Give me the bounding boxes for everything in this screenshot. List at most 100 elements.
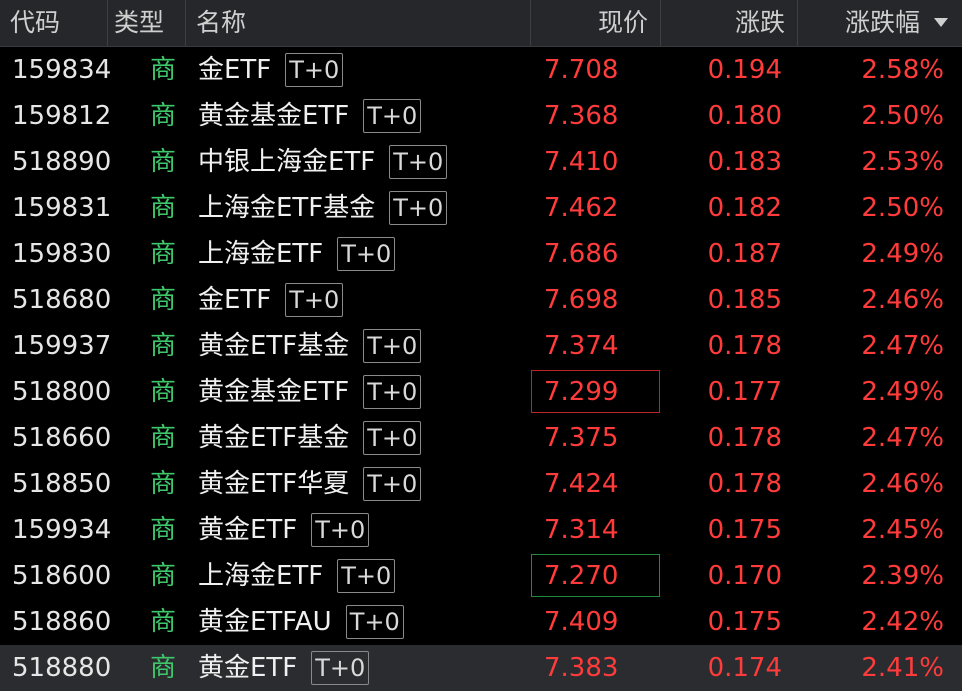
table-row[interactable]: 159834 商 金ETF T+0 7.708 0.194 2.58% bbox=[0, 47, 962, 93]
price-change-pct: 2.49% bbox=[861, 239, 944, 269]
price-change-pct: 2.39% bbox=[861, 561, 944, 591]
stock-code: 159834 bbox=[12, 55, 112, 85]
stock-name: 上海金ETF bbox=[198, 239, 324, 269]
price-change-pct: 2.50% bbox=[861, 193, 944, 223]
stock-code: 518890 bbox=[12, 147, 112, 177]
stock-code: 518880 bbox=[12, 653, 112, 683]
stock-name-cell: 上海金ETF T+0 bbox=[198, 553, 396, 599]
price-change-pct: 2.47% bbox=[861, 331, 944, 361]
current-price: 7.686 bbox=[544, 239, 619, 269]
price-change: 0.178 bbox=[707, 469, 782, 499]
stock-name: 黄金基金ETF bbox=[198, 377, 350, 407]
stock-name: 黄金ETF bbox=[198, 515, 298, 545]
price-change-pct: 2.46% bbox=[861, 285, 944, 315]
price-change: 0.182 bbox=[707, 193, 782, 223]
stock-name-cell: 中银上海金ETF T+0 bbox=[198, 139, 448, 185]
t0-badge: T+0 bbox=[337, 559, 396, 593]
stock-name-cell: 黄金基金ETF T+0 bbox=[198, 93, 422, 139]
current-price: 7.299 bbox=[544, 377, 619, 407]
price-change-pct: 2.42% bbox=[861, 607, 944, 637]
table-row[interactable]: 159830 商 上海金ETF T+0 7.686 0.187 2.49% bbox=[0, 231, 962, 277]
sort-desc-icon[interactable] bbox=[934, 18, 948, 27]
stock-code: 159831 bbox=[12, 193, 112, 223]
stock-name: 黄金ETFAU bbox=[198, 607, 332, 637]
current-price: 7.424 bbox=[544, 469, 619, 499]
type-tag: 商 bbox=[150, 607, 177, 637]
price-change: 0.178 bbox=[707, 423, 782, 453]
current-price: 7.462 bbox=[544, 193, 619, 223]
stock-code: 159812 bbox=[12, 101, 112, 131]
table-header: 代码 类型 名称 现价 涨跌 涨跌幅 bbox=[0, 0, 962, 47]
price-change: 0.175 bbox=[707, 515, 782, 545]
stock-name: 金ETF bbox=[198, 55, 272, 85]
stock-name: 上海金ETF bbox=[198, 561, 324, 591]
stock-name-cell: 上海金ETF T+0 bbox=[198, 231, 396, 277]
price-change-pct: 2.47% bbox=[861, 423, 944, 453]
stock-code: 518860 bbox=[12, 607, 112, 637]
stock-code: 159830 bbox=[12, 239, 112, 269]
current-price: 7.410 bbox=[544, 147, 619, 177]
column-header-code[interactable]: 代码 bbox=[0, 0, 108, 46]
column-header-type[interactable]: 类型 bbox=[108, 0, 186, 46]
current-price: 7.698 bbox=[544, 285, 619, 315]
t0-badge: T+0 bbox=[363, 421, 422, 455]
stock-name: 黄金ETF基金 bbox=[198, 423, 350, 453]
current-price: 7.409 bbox=[544, 607, 619, 637]
stock-name-cell: 黄金ETF基金 T+0 bbox=[198, 415, 422, 461]
stock-name-cell: 黄金基金ETF T+0 bbox=[198, 369, 422, 415]
table-row[interactable]: 159934 商 黄金ETF T+0 7.314 0.175 2.45% bbox=[0, 507, 962, 553]
table-row[interactable]: 518880 商 黄金ETF T+0 7.383 0.174 2.41% bbox=[0, 645, 962, 691]
type-tag: 商 bbox=[150, 55, 177, 85]
table-row[interactable]: 159812 商 黄金基金ETF T+0 7.368 0.180 2.50% bbox=[0, 93, 962, 139]
stock-name-cell: 黄金ETF T+0 bbox=[198, 507, 370, 553]
type-tag: 商 bbox=[150, 147, 177, 177]
stock-name: 黄金基金ETF bbox=[198, 101, 350, 131]
stock-code: 518850 bbox=[12, 469, 112, 499]
column-header-change[interactable]: 涨跌 bbox=[661, 0, 798, 46]
t0-badge: T+0 bbox=[345, 605, 404, 639]
column-header-price[interactable]: 现价 bbox=[531, 0, 661, 46]
type-tag: 商 bbox=[150, 423, 177, 453]
table-row[interactable]: 518600 商 上海金ETF T+0 7.270 0.170 2.39% bbox=[0, 553, 962, 599]
table-row[interactable]: 518850 商 黄金ETF华夏 T+0 7.424 0.178 2.46% bbox=[0, 461, 962, 507]
table-row[interactable]: 518660 商 黄金ETF基金 T+0 7.375 0.178 2.47% bbox=[0, 415, 962, 461]
stock-name: 上海金ETF基金 bbox=[198, 193, 376, 223]
column-header-change-pct[interactable]: 涨跌幅 bbox=[798, 0, 962, 46]
current-price: 7.270 bbox=[544, 561, 619, 591]
t0-badge: T+0 bbox=[389, 145, 448, 179]
table-row[interactable]: 518860 商 黄金ETFAU T+0 7.409 0.175 2.42% bbox=[0, 599, 962, 645]
table-row[interactable]: 518890 商 中银上海金ETF T+0 7.410 0.183 2.53% bbox=[0, 139, 962, 185]
price-change-pct: 2.45% bbox=[861, 515, 944, 545]
price-change: 0.177 bbox=[707, 377, 782, 407]
price-change-pct: 2.50% bbox=[861, 101, 944, 131]
stock-name-cell: 黄金ETF华夏 T+0 bbox=[198, 461, 422, 507]
t0-badge: T+0 bbox=[285, 283, 344, 317]
price-change: 0.174 bbox=[707, 653, 782, 683]
type-tag: 商 bbox=[150, 469, 177, 499]
stock-name-cell: 金ETF T+0 bbox=[198, 277, 344, 323]
price-change: 0.175 bbox=[707, 607, 782, 637]
stock-code: 518600 bbox=[12, 561, 112, 591]
price-change: 0.185 bbox=[707, 285, 782, 315]
price-change-pct: 2.58% bbox=[861, 55, 944, 85]
current-price: 7.374 bbox=[544, 331, 619, 361]
column-header-name[interactable]: 名称 bbox=[186, 0, 531, 46]
t0-badge: T+0 bbox=[363, 375, 422, 409]
table-row[interactable]: 159937 商 黄金ETF基金 T+0 7.374 0.178 2.47% bbox=[0, 323, 962, 369]
stock-code: 159937 bbox=[12, 331, 112, 361]
stock-name-cell: 黄金ETFAU T+0 bbox=[198, 599, 404, 645]
t0-badge: T+0 bbox=[389, 191, 448, 225]
stock-name: 中银上海金ETF bbox=[198, 147, 376, 177]
table-row[interactable]: 518680 商 金ETF T+0 7.698 0.185 2.46% bbox=[0, 277, 962, 323]
column-header-change-pct-label: 涨跌幅 bbox=[844, 8, 920, 37]
type-tag: 商 bbox=[150, 377, 177, 407]
table-row[interactable]: 159831 商 上海金ETF基金 T+0 7.462 0.182 2.50% bbox=[0, 185, 962, 231]
price-change-pct: 2.46% bbox=[861, 469, 944, 499]
table-row[interactable]: 518800 商 黄金基金ETF T+0 7.299 0.177 2.49% bbox=[0, 369, 962, 415]
stock-name-cell: 黄金ETF基金 T+0 bbox=[198, 323, 422, 369]
stock-name-cell: 金ETF T+0 bbox=[198, 47, 344, 93]
stock-code: 518660 bbox=[12, 423, 112, 453]
current-price: 7.375 bbox=[544, 423, 619, 453]
type-tag: 商 bbox=[150, 239, 177, 269]
t0-badge: T+0 bbox=[337, 237, 396, 271]
